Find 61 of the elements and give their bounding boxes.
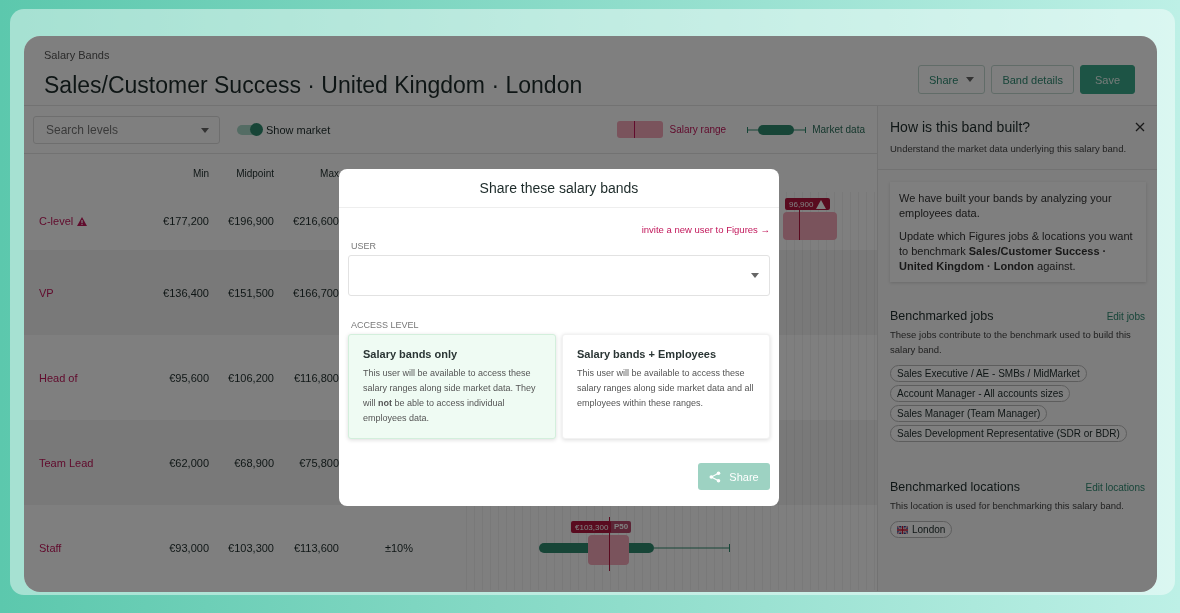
option-title: Salary bands + Employees (577, 348, 718, 360)
midpoint-cell-text: €103,300 (227, 541, 274, 554)
max-cell-text: €166,700 (292, 286, 339, 299)
job-chip: Sales Development Representative (SDR or BDR) (890, 425, 1127, 442)
edit-link[interactable]: Edit locations (1085, 482, 1145, 493)
panel-subtitle: Understand the market data underlying this salary band. (890, 143, 1128, 154)
save-button[interactable]: Save (1079, 65, 1135, 94)
section-title: Benchmarked locations (890, 480, 1020, 494)
band-details-button[interactable]: Band details (991, 65, 1074, 94)
min-cell-text: €177,200 (162, 215, 209, 227)
info-text: We have built your bands by analyzing your employees data. (899, 191, 1113, 221)
access-option[interactable]: Salary bands + Employees This user will be available to access these salary ranges along side market data and all employees within these ranges. (562, 334, 770, 439)
level-name[interactable]: VP (39, 286, 54, 299)
field-label: ACCESS LEVEL (351, 320, 420, 330)
share-dropdown-button[interactable]: Share (918, 65, 986, 94)
location-chip: London (890, 521, 953, 538)
max-cell-text: €216,600 (292, 215, 339, 227)
value-tag: €103,300 (571, 521, 613, 533)
level-name[interactable]: Staff (39, 541, 62, 554)
section-description: This location is used for benchmarking this salary band. (890, 499, 1125, 513)
max-cell-text: €113,600 (292, 541, 339, 554)
breadcrumb: Salary Bands (44, 49, 110, 61)
value-tag: 96,900 (785, 198, 831, 210)
option-description: This user will be available to access these salary ranges along side market data. They will not be able to access individual employees data. (363, 367, 537, 425)
legend-label: Market data (812, 124, 865, 135)
invite-link[interactable]: invite a new user to Figures → (641, 224, 770, 235)
min-cell-text: €93,000 (168, 541, 209, 554)
job-chip: Account Manager - All accounts sizes (890, 385, 1071, 402)
percentile-tag: P50 (611, 521, 632, 533)
column-header: Midpoint (235, 167, 274, 179)
max-cell-text: €116,800 (292, 371, 339, 384)
section-title: Benchmarked jobs (890, 309, 994, 323)
column-header: Max (319, 167, 339, 179)
legend-label: Salary range (669, 124, 727, 135)
info-text: Update which Figures jobs & locations you want to benchmark Sales/Customer Success · United Kingdom · London against. (899, 229, 1134, 274)
spread-cell-text: ±10% (383, 541, 415, 554)
max-cell-text: €75,800 (298, 456, 339, 469)
job-chip: Sales Manager (Team Manager) (890, 405, 1048, 422)
min-cell-text: €95,600 (168, 371, 209, 384)
search-field[interactable]: Search levels (33, 115, 220, 144)
level-name[interactable]: C-level (39, 215, 74, 227)
midpoint-cell-text: €151,500 (227, 286, 274, 299)
page-title: Sales/Customer Success · United Kingdom · London (44, 72, 583, 99)
toggle-label: Show market (266, 123, 331, 136)
panel-title: How is this band built? (890, 119, 1031, 135)
option-description: This user will be available to access these salary ranges along side market data and all employees within these ranges. (577, 367, 755, 410)
midpoint-cell-text: €196,900 (227, 215, 274, 227)
edit-link[interactable]: Edit jobs (1106, 311, 1145, 322)
midpoint-cell-text: €106,200 (227, 371, 274, 384)
option-title: Salary bands only (363, 348, 459, 360)
modal-title: Share these salary bands (479, 180, 639, 196)
min-cell-text: €62,000 (168, 456, 209, 469)
job-chip: Sales Executive / AE - SMBs / MidMarket (890, 365, 1087, 382)
midpoint-cell-text: €68,900 (233, 456, 274, 469)
section-description: These jobs contribute to the benchmark used to build this salary band. (890, 328, 1132, 357)
level-name[interactable]: Team Lead (39, 456, 94, 469)
access-option[interactable]: Salary bands only This user will be available to access these salary ranges along side market data. They will not be able to access individual employees data. (348, 334, 556, 439)
column-header: Min (191, 167, 209, 179)
field-label: USER (351, 241, 377, 251)
level-name[interactable]: Head of (39, 371, 78, 384)
min-cell-text: €136,400 (162, 286, 209, 299)
